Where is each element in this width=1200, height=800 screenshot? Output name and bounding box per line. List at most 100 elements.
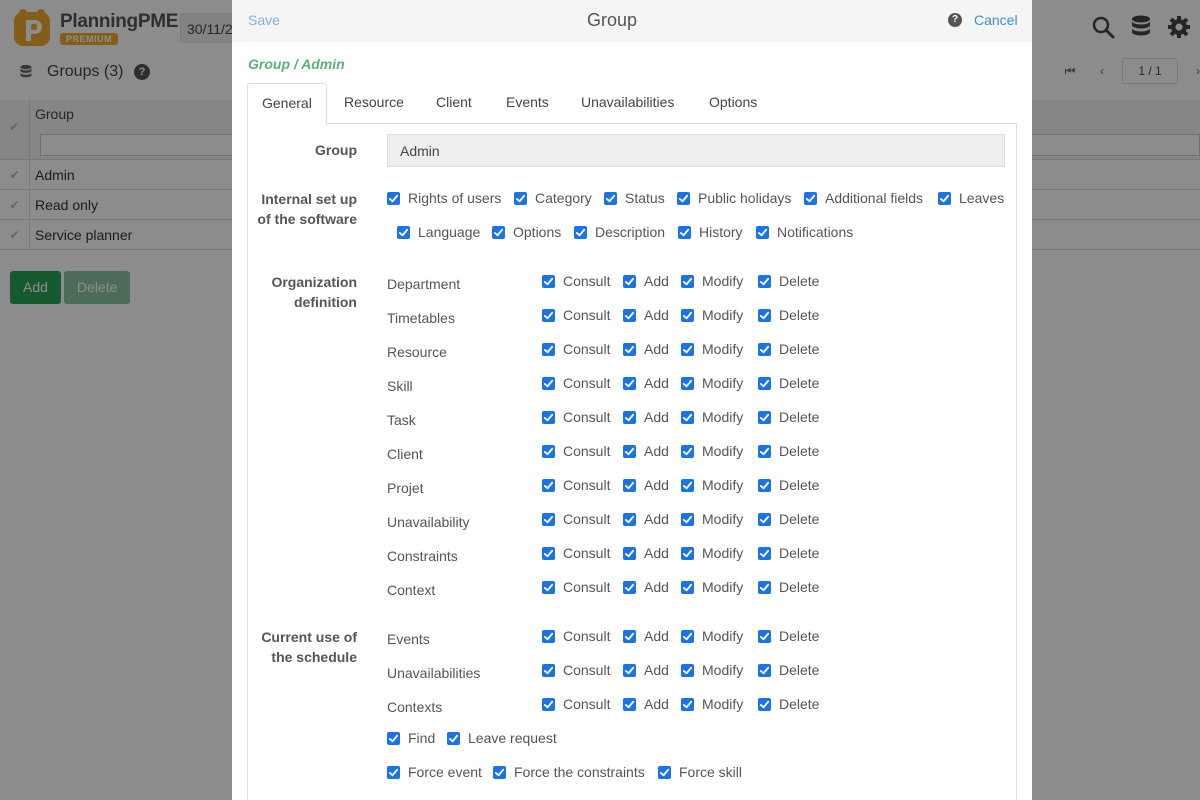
checkbox-checked-icon[interactable] — [658, 765, 671, 779]
checkbox-checked-icon[interactable] — [681, 663, 694, 677]
checkbox-checked-icon[interactable] — [542, 410, 555, 424]
checkbox-checked-icon[interactable] — [623, 512, 636, 526]
consult-checkbox[interactable]: Consult — [542, 696, 610, 712]
checkbox-checked-icon[interactable] — [623, 629, 636, 643]
tab-resource[interactable]: Resource — [330, 83, 418, 124]
checkbox-checked-icon[interactable] — [758, 580, 771, 594]
checkbox-checked-icon[interactable] — [542, 444, 555, 458]
checkbox-checked-icon[interactable] — [681, 376, 694, 390]
checkbox-checked-icon[interactable] — [758, 444, 771, 458]
language-checkbox[interactable]: Language — [397, 224, 480, 240]
consult-checkbox[interactable]: Consult — [542, 545, 610, 561]
checkbox-checked-icon[interactable] — [758, 410, 771, 424]
delete-checkbox[interactable]: Delete — [758, 375, 819, 391]
rights-of-users-checkbox[interactable]: Rights of users — [387, 190, 501, 206]
leave-request-checkbox[interactable]: Leave request — [447, 730, 557, 746]
add-checkbox[interactable]: Add — [623, 628, 669, 644]
delete-checkbox[interactable]: Delete — [758, 477, 819, 493]
checkbox-checked-icon[interactable] — [542, 697, 555, 711]
checkbox-checked-icon[interactable] — [447, 731, 460, 745]
modify-checkbox[interactable]: Modify — [681, 545, 743, 561]
checkbox-checked-icon[interactable] — [681, 444, 694, 458]
modify-checkbox[interactable]: Modify — [681, 375, 743, 391]
consult-checkbox[interactable]: Consult — [542, 477, 610, 493]
force-the-constraints-checkbox[interactable]: Force the constraints — [493, 764, 645, 780]
checkbox-checked-icon[interactable] — [542, 663, 555, 677]
help-icon[interactable]: ? — [948, 13, 962, 27]
delete-checkbox[interactable]: Delete — [758, 662, 819, 678]
checkbox-checked-icon[interactable] — [623, 274, 636, 288]
leaves-checkbox[interactable]: Leaves — [938, 190, 1004, 206]
add-checkbox[interactable]: Add — [623, 341, 669, 357]
add-checkbox[interactable]: Add — [623, 696, 669, 712]
consult-checkbox[interactable]: Consult — [542, 273, 610, 289]
modify-checkbox[interactable]: Modify — [681, 628, 743, 644]
tab-general[interactable]: General — [247, 83, 327, 125]
modify-checkbox[interactable]: Modify — [681, 341, 743, 357]
checkbox-checked-icon[interactable] — [542, 478, 555, 492]
checkbox-checked-icon[interactable] — [758, 274, 771, 288]
checkbox-checked-icon[interactable] — [623, 376, 636, 390]
checkbox-checked-icon[interactable] — [681, 629, 694, 643]
cancel-button[interactable]: Cancel — [974, 12, 1018, 28]
checkbox-checked-icon[interactable] — [387, 191, 400, 205]
checkbox-checked-icon[interactable] — [623, 342, 636, 356]
modify-checkbox[interactable]: Modify — [681, 409, 743, 425]
checkbox-checked-icon[interactable] — [623, 697, 636, 711]
checkbox-checked-icon[interactable] — [542, 342, 555, 356]
consult-checkbox[interactable]: Consult — [542, 341, 610, 357]
checkbox-checked-icon[interactable] — [387, 731, 400, 745]
checkbox-checked-icon[interactable] — [758, 512, 771, 526]
consult-checkbox[interactable]: Consult — [542, 375, 610, 391]
checkbox-checked-icon[interactable] — [387, 765, 400, 779]
consult-checkbox[interactable]: Consult — [542, 579, 610, 595]
history-checkbox[interactable]: History — [678, 224, 743, 240]
modify-checkbox[interactable]: Modify — [681, 443, 743, 459]
group-name-input[interactable]: Admin — [387, 134, 1005, 167]
delete-checkbox[interactable]: Delete — [758, 409, 819, 425]
checkbox-checked-icon[interactable] — [681, 342, 694, 356]
modify-checkbox[interactable]: Modify — [681, 477, 743, 493]
checkbox-checked-icon[interactable] — [514, 191, 527, 205]
add-checkbox[interactable]: Add — [623, 307, 669, 323]
checkbox-checked-icon[interactable] — [758, 697, 771, 711]
modify-checkbox[interactable]: Modify — [681, 511, 743, 527]
checkbox-checked-icon[interactable] — [542, 274, 555, 288]
status-checkbox[interactable]: Status — [604, 190, 665, 206]
add-checkbox[interactable]: Add — [623, 409, 669, 425]
public-holidays-checkbox[interactable]: Public holidays — [677, 190, 791, 206]
modify-checkbox[interactable]: Modify — [681, 696, 743, 712]
modify-checkbox[interactable]: Modify — [681, 579, 743, 595]
tab-events[interactable]: Events — [492, 83, 563, 124]
checkbox-checked-icon[interactable] — [681, 697, 694, 711]
consult-checkbox[interactable]: Consult — [542, 307, 610, 323]
delete-checkbox[interactable]: Delete — [758, 273, 819, 289]
checkbox-checked-icon[interactable] — [542, 580, 555, 594]
checkbox-checked-icon[interactable] — [623, 444, 636, 458]
checkbox-checked-icon[interactable] — [681, 478, 694, 492]
force-skill-checkbox[interactable]: Force skill — [658, 764, 742, 780]
checkbox-checked-icon[interactable] — [758, 342, 771, 356]
checkbox-checked-icon[interactable] — [623, 546, 636, 560]
add-checkbox[interactable]: Add — [623, 579, 669, 595]
checkbox-checked-icon[interactable] — [756, 225, 769, 239]
delete-checkbox[interactable]: Delete — [758, 443, 819, 459]
checkbox-checked-icon[interactable] — [542, 308, 555, 322]
add-checkbox[interactable]: Add — [623, 511, 669, 527]
checkbox-checked-icon[interactable] — [804, 191, 817, 205]
delete-checkbox[interactable]: Delete — [758, 511, 819, 527]
delete-checkbox[interactable]: Delete — [758, 579, 819, 595]
checkbox-checked-icon[interactable] — [681, 512, 694, 526]
additional-fields-checkbox[interactable]: Additional fields — [804, 190, 923, 206]
checkbox-checked-icon[interactable] — [758, 663, 771, 677]
delete-checkbox[interactable]: Delete — [758, 307, 819, 323]
checkbox-checked-icon[interactable] — [758, 478, 771, 492]
checkbox-checked-icon[interactable] — [681, 308, 694, 322]
checkbox-checked-icon[interactable] — [493, 765, 506, 779]
description-checkbox[interactable]: Description — [574, 224, 665, 240]
checkbox-checked-icon[interactable] — [542, 512, 555, 526]
checkbox-checked-icon[interactable] — [604, 191, 617, 205]
delete-checkbox[interactable]: Delete — [758, 545, 819, 561]
checkbox-checked-icon[interactable] — [623, 478, 636, 492]
options-checkbox[interactable]: Options — [492, 224, 561, 240]
